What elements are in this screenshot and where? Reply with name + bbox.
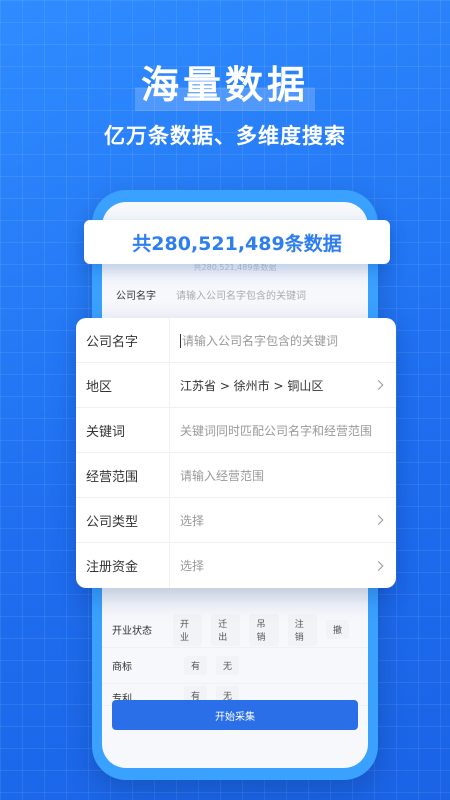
background-company-label: 公司名字 bbox=[116, 290, 156, 302]
filter-value[interactable]: 请输入经营范围 bbox=[170, 467, 386, 484]
hero-title-text: 海量数据 bbox=[134, 52, 315, 111]
status-chip-cancelled[interactable]: 注销 bbox=[287, 613, 317, 646]
filter-label: 关键词 bbox=[86, 408, 170, 452]
hero-subtitle: 亿万条数据、多维度搜索 bbox=[104, 124, 346, 148]
business-status-row: 开业状态 开业 迁出 吊销 注销 撤 bbox=[102, 612, 368, 648]
filter-label: 注册资金 bbox=[86, 543, 170, 588]
business-status-label: 开业状态 bbox=[112, 626, 152, 637]
status-chip-open[interactable]: 开业 bbox=[172, 613, 203, 646]
status-chip-withdrawn[interactable]: 撤 bbox=[325, 620, 349, 639]
filter-row-company-name[interactable]: 公司名字 请输入公司名字包含的关键词 bbox=[76, 318, 396, 363]
filter-row-keyword[interactable]: 关键词 关键词同时匹配公司名字和经营范围 bbox=[76, 408, 396, 453]
filter-value[interactable]: 关键词同时匹配公司名字和经营范围 bbox=[170, 422, 386, 439]
data-count-banner: 共280,521,489条数据 bbox=[84, 220, 390, 264]
lower-form: 开业状态 开业 迁出 吊销 注销 撤 商标 有 无 专利 有 无 bbox=[102, 612, 368, 706]
filter-value[interactable]: 请输入公司名字包含的关键词 bbox=[170, 332, 386, 349]
trademark-chip-no[interactable]: 无 bbox=[216, 656, 240, 675]
filter-value[interactable]: 选择 bbox=[170, 512, 386, 529]
filter-label: 地区 bbox=[86, 363, 170, 407]
filter-row-business-scope[interactable]: 经营范围 请输入经营范围 bbox=[76, 453, 396, 498]
trademark-chip-yes[interactable]: 有 bbox=[184, 656, 208, 675]
status-chip-revoked[interactable]: 吊销 bbox=[249, 613, 279, 646]
filter-label: 经营范围 bbox=[86, 453, 170, 497]
background-company-row[interactable]: 公司名字 请输入公司名字包含的关键词 bbox=[102, 276, 368, 312]
filter-label: 公司类型 bbox=[86, 498, 170, 542]
hero-title: 海量数据 bbox=[0, 52, 450, 111]
start-collect-button[interactable]: 开始采集 bbox=[112, 700, 358, 730]
filter-row-region[interactable]: 地区 江苏省 > 徐州市 > 铜山区 bbox=[76, 363, 396, 408]
filter-row-company-type[interactable]: 公司类型 选择 bbox=[76, 498, 396, 543]
trademark-label: 商标 bbox=[112, 662, 132, 673]
trademark-row: 商标 有 无 bbox=[102, 648, 368, 684]
background-company-placeholder: 请输入公司名字包含的关键词 bbox=[176, 290, 306, 302]
filter-label: 公司名字 bbox=[86, 318, 170, 362]
filter-row-registered-capital[interactable]: 注册资金 选择 bbox=[76, 543, 396, 588]
filter-value[interactable]: 江苏省 > 徐州市 > 铜山区 bbox=[170, 377, 386, 394]
filter-value[interactable]: 选择 bbox=[170, 557, 386, 574]
status-chip-moved[interactable]: 迁出 bbox=[211, 613, 241, 646]
text-cursor bbox=[180, 334, 181, 348]
filter-placeholder-text: 请输入公司名字包含的关键词 bbox=[182, 333, 339, 348]
filter-card: 公司名字 请输入公司名字包含的关键词 地区 江苏省 > 徐州市 > 铜山区 关键… bbox=[76, 318, 396, 588]
